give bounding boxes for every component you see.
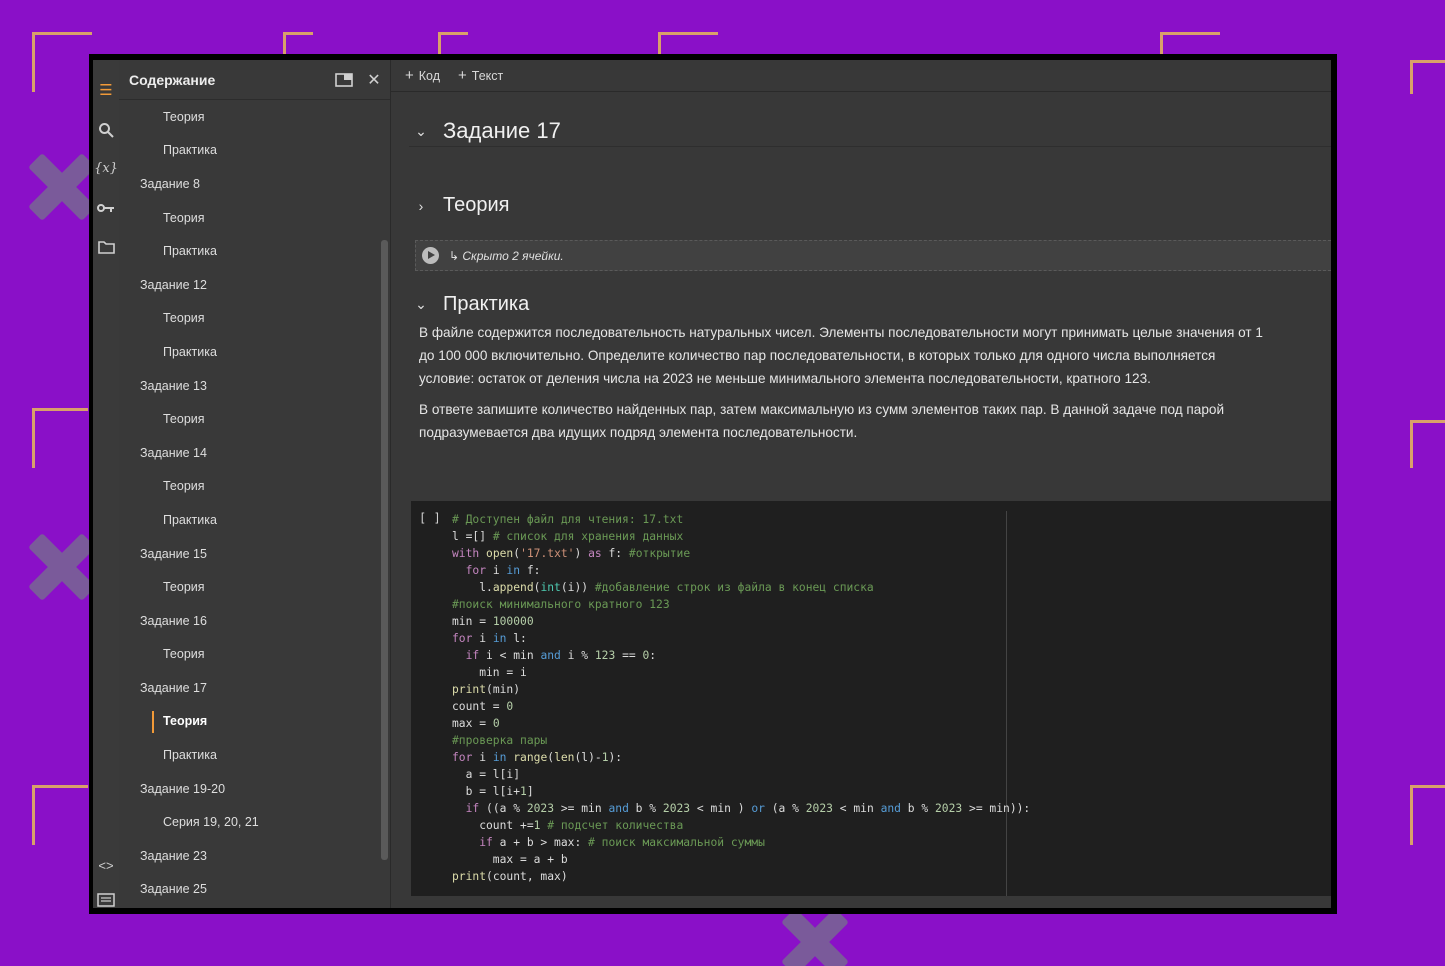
section-title: Задание 17 <box>443 118 561 143</box>
code-editor[interactable]: # Доступен файл для чтения: 17.txt l =[]… <box>452 511 1030 885</box>
decor-step <box>1410 420 1445 468</box>
toc-item-section[interactable]: Задание 25 <box>119 873 378 907</box>
plus-icon: + <box>458 67 467 84</box>
practice-heading-row: ⌄ Практика <box>391 293 1331 316</box>
toc-item-subsection[interactable]: Практика <box>119 134 378 168</box>
text-line: до 100 000 включительно. Определите коли… <box>419 348 1216 363</box>
run-cell-button[interactable]: [ ] <box>419 511 441 525</box>
toc-item-section[interactable]: Задание 12 <box>119 268 378 302</box>
decor-step <box>283 32 313 54</box>
code-comment: # поиск максимальной суммы <box>588 836 765 849</box>
task-paragraph-2: В ответе запишите количество найденных п… <box>419 398 1325 444</box>
toc-item-section[interactable]: Задание 23 <box>119 839 378 873</box>
code-comment: # Доступен файл для чтения: 17.txt <box>452 513 684 526</box>
chevron-right-icon[interactable]: › <box>411 198 431 214</box>
decor-step <box>438 32 468 54</box>
toc-list: Теория Практика Задание 8 Теория Практика Зад… <box>119 100 378 908</box>
open-in-tab-icon[interactable] <box>334 70 354 90</box>
decor-x <box>30 155 94 219</box>
toc-item-subsection[interactable]: Теория <box>119 570 378 604</box>
toc-item-section[interactable]: Задание 8 <box>119 167 378 201</box>
text-line: подразумевается два идущих подряд элемен… <box>419 425 858 440</box>
text-line: условие: остаток от деления числа на 202… <box>419 371 1151 386</box>
decor-step <box>32 785 88 845</box>
decor-step <box>32 408 88 468</box>
practice-title: Практика <box>443 293 530 315</box>
search-icon[interactable] <box>96 120 116 140</box>
decor-step <box>658 32 718 54</box>
text-line: В ответе запишите количество найденных п… <box>419 402 1225 417</box>
toc-item-subsection[interactable]: Теория <box>119 470 378 504</box>
play-icon[interactable] <box>422 247 439 264</box>
toc-item-section[interactable]: Задание 13 <box>119 369 378 403</box>
toc-item-subsection[interactable]: Теория <box>119 705 378 739</box>
toc-item-section[interactable]: Задание 19-20 <box>119 772 378 806</box>
variables-icon[interactable]: {x} <box>94 158 118 178</box>
toc-item-section[interactable]: Задание 17 <box>119 671 378 705</box>
add-text-button[interactable]: + Текст <box>458 67 503 84</box>
notebook-window: ☰ {x} <> Содержание ✕ Теория Практика За… <box>89 54 1337 914</box>
theory-title: Теория <box>443 194 510 216</box>
toc-item-subsection[interactable]: Практика <box>119 335 378 369</box>
decor-step <box>1160 32 1220 54</box>
toc-item-subsection[interactable]: Теория <box>119 638 378 672</box>
add-code-label: Код <box>418 68 441 83</box>
code-cell[interactable]: [ ] # Доступен файл для чтения: 17.txt l… <box>411 501 1331 896</box>
hidden-cells-text: ↳ Скрыто 2 ячейки. <box>449 248 564 263</box>
notebook-toolbar: + Код + Текст <box>391 60 1331 92</box>
code-comment: #поиск минимального кратного 123 <box>452 598 670 611</box>
chevron-down-icon[interactable]: ⌄ <box>411 123 431 140</box>
code-snippets-icon[interactable]: <> <box>96 855 116 875</box>
toc-item-section[interactable]: Задание 14 <box>119 436 378 470</box>
toc-item-subsection[interactable]: Практика <box>119 234 378 268</box>
hidden-cells-row[interactable]: ↳ Скрыто 2 ячейки. <box>415 240 1331 271</box>
notebook-main: + Код + Текст ⌄ Задание 17 › Теория ↳ Скры… <box>391 60 1331 908</box>
toc-item-section[interactable]: Задание 15 <box>119 537 378 571</box>
toc-header: Содержание ✕ <box>119 60 390 100</box>
toc-item-subsection[interactable]: Теория <box>119 402 378 436</box>
theory-heading-row: › Теория <box>391 194 1331 217</box>
toc-title: Содержание <box>129 71 216 88</box>
code-comment: #добавление строк из файла в конец списк… <box>594 581 874 594</box>
code-comment: #проверка пары <box>452 734 548 747</box>
code-comment: # подсчет количества <box>547 819 684 832</box>
table-of-contents-panel: Содержание ✕ Теория Практика Задание 8 Теор… <box>119 60 391 908</box>
toc-item-subsection[interactable]: Теория <box>119 100 378 134</box>
toc-item-subsection[interactable]: Теория <box>119 302 378 336</box>
decor-step <box>1410 60 1445 94</box>
decor-x <box>783 910 847 966</box>
terminal-icon[interactable] <box>96 890 116 910</box>
toc-item-subsection[interactable]: Теория <box>119 201 378 235</box>
close-icon[interactable]: ✕ <box>364 70 384 90</box>
toc-item-subsection[interactable]: Серия 19, 20, 21 <box>119 805 378 839</box>
table-of-contents-icon[interactable]: ☰ <box>96 80 116 100</box>
key-icon[interactable] <box>96 198 116 218</box>
code-comment: # список для хранения данных <box>492 530 684 543</box>
toc-item-subsection[interactable]: Практика <box>119 503 378 537</box>
code-comment: #открытие <box>628 547 691 560</box>
plus-icon: + <box>405 67 414 84</box>
text-line: В файле содержится последовательность на… <box>419 325 1263 340</box>
task-paragraph-1: В файле содержится последовательность на… <box>419 321 1325 390</box>
toc-scrollbar[interactable] <box>381 240 388 860</box>
add-code-button[interactable]: + Код <box>405 67 440 84</box>
section-heading-row: ⌄ Задание 17 <box>391 118 1331 144</box>
hidden-cells-label: Скрыто 2 ячейки. <box>462 248 564 263</box>
chevron-down-icon[interactable]: ⌄ <box>411 296 431 313</box>
add-text-label: Текст <box>471 68 504 83</box>
side-rail: ☰ {x} <> <box>93 60 119 908</box>
decor-x <box>30 535 94 599</box>
folder-icon[interactable] <box>96 237 116 257</box>
toc-item-subsection[interactable]: Практика <box>119 738 378 772</box>
toc-item-section[interactable]: Задание 16 <box>119 604 378 638</box>
divider <box>409 146 1331 147</box>
decor-step <box>1410 785 1445 845</box>
decor-step <box>32 32 92 92</box>
